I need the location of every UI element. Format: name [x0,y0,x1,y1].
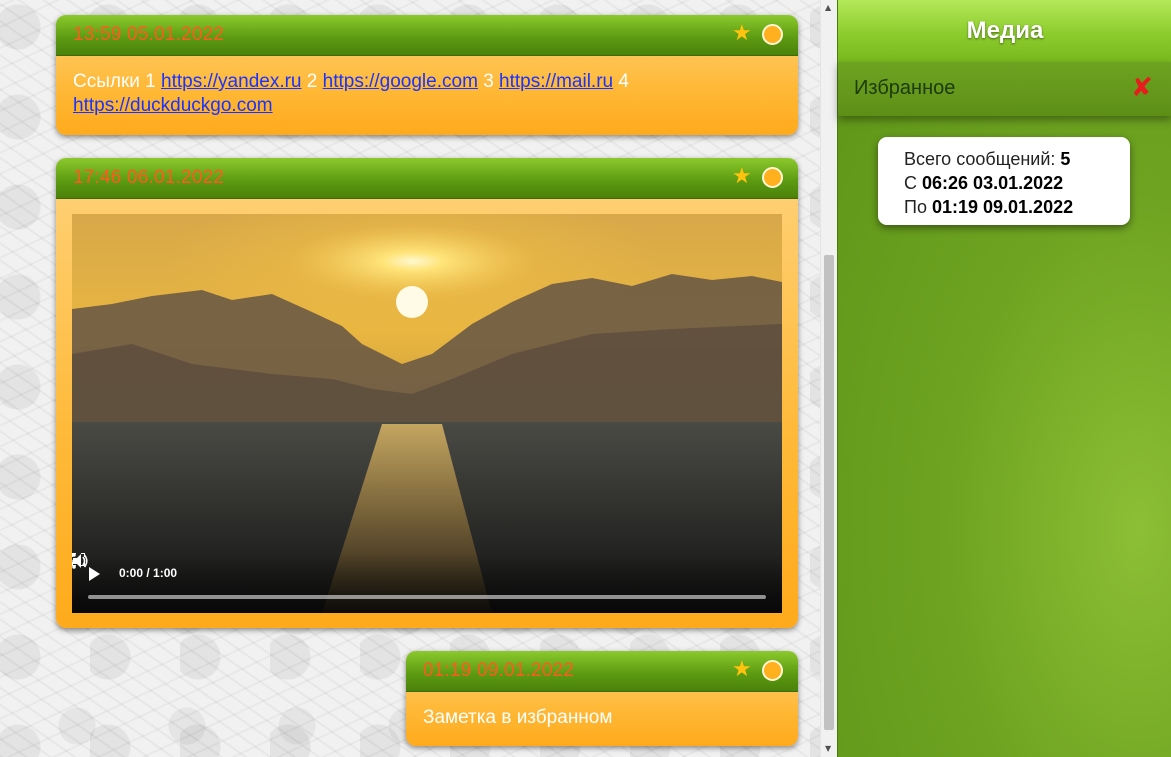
link-google[interactable]: https://google.com [323,71,478,92]
link-mail[interactable]: https://mail.ru [499,71,613,92]
links-prefix: Ссылки 1 [73,71,156,92]
circle-icon[interactable] [762,167,783,188]
star-icon[interactable]: ★ [732,658,752,682]
message-feed: 13:59 05.01.2022 ★ Ссылки 1 https://yand… [0,0,820,757]
link-number: 3 [483,71,494,92]
star-icon[interactable]: ★ [732,22,752,46]
video-progress-bar[interactable] [88,595,766,599]
stats-box: Всего сообщений: 5 С 06:26 03.01.2022 По… [878,137,1130,225]
link-number: 4 [618,71,629,92]
stats-from-value: 06:26 03.01.2022 [922,173,1064,193]
video-player[interactable]: 0:00 / 1:00 [72,214,782,613]
stats-to-value: 01:19 09.01.2022 [931,197,1074,217]
message-header: 17:46 06.01.2022 ★ [56,158,798,199]
message-timestamp: 01:19 09.01.2022 [423,660,575,681]
message-card: 17:46 06.01.2022 ★ 0:00 / 1:00 [56,158,798,628]
link-number: 2 [306,71,318,92]
stats-total-value: 5 [1060,149,1071,169]
stats-total: Всего сообщений: 5 [904,147,1130,171]
message-card: 01:19 09.01.2022 ★ Заметка в избранном [406,651,798,746]
video-time: 0:00 / 1:00 [119,566,178,580]
stats-total-label: Всего сообщений: [904,149,1056,169]
message-card: 13:59 05.01.2022 ★ Ссылки 1 https://yand… [56,15,798,135]
star-icon[interactable]: ★ [732,165,752,189]
message-header: 13:59 05.01.2022 ★ [56,15,798,56]
stats-from-label: С [904,173,917,193]
scroll-down-icon[interactable]: ▼ [825,745,831,753]
close-icon[interactable]: ✘ [1131,74,1153,102]
scroll-thumb[interactable] [824,255,834,730]
message-timestamp: 13:59 05.01.2022 [73,24,225,45]
circle-icon[interactable] [762,660,783,681]
scrollbar[interactable]: ▲ ▼ [820,0,837,757]
stats-to-label: По [904,197,927,217]
panel-title: Медиа [838,0,1171,62]
stats-from: С 06:26 03.01.2022 [904,171,1130,195]
favorites-label: Избранное [854,77,956,99]
link-duckduckgo[interactable]: https://duckduckgo.com [73,95,273,116]
play-icon[interactable] [89,567,100,581]
favorites-bar: Избранное ✘ [838,62,1171,116]
scroll-up-icon[interactable]: ▲ [825,4,831,12]
video-controls: 0:00 / 1:00 [72,553,782,613]
stats-to: По 01:19 09.01.2022 [904,195,1130,219]
message-header: 01:19 09.01.2022 ★ [406,651,798,692]
message-text: Ссылки 1 https://yandex.ru 2 https://goo… [56,56,798,130]
media-panel: Медиа Избранное ✘ Всего сообщений: 5 С 0… [837,0,1171,757]
message-timestamp: 17:46 06.01.2022 [73,167,225,188]
link-yandex[interactable]: https://yandex.ru [161,71,301,92]
more-options-icon[interactable] [72,553,76,569]
message-text: Заметка в избранном [423,707,613,728]
circle-icon[interactable] [762,24,783,45]
